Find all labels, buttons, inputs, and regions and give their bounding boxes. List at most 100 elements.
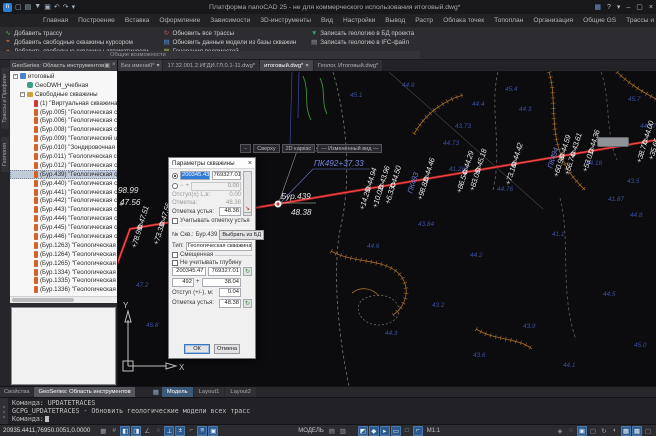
tree-item[interactable]: (Бур.006) "Геологическая скважина" [10,116,117,125]
status-toggle-icon[interactable]: ± [175,426,185,436]
status-toggle-icon[interactable]: ◧ [120,426,130,436]
dialog-close-icon[interactable]: × [248,160,252,167]
x2-coordinate-field[interactable]: 200345.47 [172,267,206,276]
status-toggle-icon[interactable]: ▦ [621,426,631,436]
viewport-control[interactable]: − [240,144,251,153]
qat-icon[interactable]: ↷ [63,3,69,11]
status-toggle-icon[interactable]: ▦ [98,426,108,436]
status-toggle-icon[interactable]: ○ [566,426,576,436]
qat-icon[interactable]: ▤ [25,3,32,11]
tree-item[interactable]: (1) "Виртуальная скважина" (И-48 [10,99,117,108]
tree-item[interactable]: (Бур.005) "Геологическая скважина" [10,108,117,117]
ribbon-tab[interactable]: Организация [528,14,578,27]
vertical-panel-tab[interactable]: Трассы и Профили [1,68,9,129]
tree-item[interactable]: (Бур.1264) "Геологическая скважина" [10,250,117,259]
ribbon-tab[interactable]: Трассы и Профили [621,14,656,27]
y-coordinate-field[interactable]: 769327.01 [212,171,242,180]
qat-icon[interactable]: ▢ [15,3,22,11]
well-type-select[interactable]: Геологическая скважина ▾ [186,242,252,251]
status-toggle-icon[interactable]: ▣ [577,426,587,436]
status-toggle-icon[interactable]: ⌐ [413,426,423,436]
ribbon-tab[interactable]: Растр [410,14,438,27]
shifted-checkbox[interactable] [172,252,178,258]
select-from-db-button[interactable]: Выбрать из БД [219,230,264,240]
document-tab[interactable]: 17.32.001.2.ИГДИ.ГЛ.0.1-11.dwg* [163,60,259,71]
ribbon-tab[interactable]: Облака точек [438,14,489,27]
workspace-icon[interactable]: ▦ [594,3,601,11]
status-toggle-icon[interactable]: ◐ [610,426,620,436]
status-toggle-icon[interactable]: ▸ [380,426,390,436]
status-toggle-icon[interactable]: ⌐ [186,426,196,436]
tree-item[interactable]: (Бур.011) "Геологическая скважина" [10,152,117,161]
command-line-panel[interactable]: Команда: UPDATETRACES GCPG_UPDATETRACES … [0,397,656,424]
tree-item[interactable]: (Бур.444) "Геологическая скважина" [10,214,117,223]
help-chevron-icon[interactable]: ▾ [617,3,621,11]
dialog-title-bar[interactable]: Параметры скважины × [169,158,255,169]
command-prompt[interactable]: Команда: [12,415,656,423]
status-toggle-icon[interactable]: ▥ [338,426,348,436]
qat-icon[interactable]: ↶ [54,3,60,11]
pk2-offset-field[interactable]: 38.04 [202,278,241,287]
tree-expander[interactable]: - [13,74,18,79]
y2-coordinate-field[interactable]: 769327.01 [208,267,242,276]
tree-expander[interactable]: - [20,92,25,97]
ignore-depth-checkbox[interactable] [172,260,178,266]
ribbon-command[interactable]: ▤Записать геологию в IFC-файл [310,38,414,46]
tree-item[interactable]: (Бур.446) "Геологическая скважина" [10,232,117,241]
tree-item[interactable]: (Бур.443) "Геологическая скважина" [10,205,117,214]
tree-item[interactable]: (Бур.441) "Геологическая скважина" [10,188,117,197]
close-button[interactable]: × [649,4,653,11]
status-toggle-icon[interactable]: ∠ [142,426,152,436]
ribbon-tab[interactable]: Топоплан [489,14,528,27]
x-coordinate-field[interactable]: 200345.43 [180,171,210,180]
tree-item[interactable]: (Бур.445) "Геологическая скважина" [10,223,117,232]
pick-point-button[interactable]: ↘ [243,171,252,213]
well-point-marker[interactable] [275,201,282,208]
xy-radio[interactable] [172,173,178,179]
tree-item[interactable]: (Бур.1336) "Геологическая скважина" [10,285,117,294]
tree-item[interactable]: (Бур.009) "Геологический шурф" (И [10,134,117,143]
maximize-button[interactable]: ▢ [636,3,643,11]
viewport-control[interactable]: — Изменённый вид — [317,144,382,153]
tree-item[interactable]: (Бур.1335) "Геологическая скважина" [10,276,117,285]
status-toggle-icon[interactable]: ▭ [391,426,401,436]
tree-item[interactable]: (Бур.010) "Зондировочная скважина" [10,143,117,152]
pk2-field[interactable]: 492 [172,278,194,287]
ribbon-tab[interactable]: 3D-инструменты [255,14,316,27]
ribbon-tab[interactable]: Вставка [120,14,155,27]
status-toggle-icon[interactable]: ▢ [588,426,598,436]
command-panel-grip[interactable] [0,398,8,424]
viewport-control[interactable]: 2D каркас [282,144,316,153]
refresh-elevation-button[interactable]: ↻ [243,299,252,308]
document-tab[interactable]: Геолог. Итоговый.dwg* [314,60,383,71]
status-toggle-icon[interactable]: ◩ [358,426,368,436]
panel-tab[interactable]: GeoSeries: Область инструментов [34,387,134,397]
mouth-elevation-field[interactable]: 48.38 [219,207,241,216]
refresh-coordinates-button[interactable]: ↻ [243,267,252,276]
vertical-panel-tab[interactable]: Геология [1,137,9,172]
layout-tab[interactable]: Layout2 [225,387,256,397]
ribbon-tab[interactable]: Главная [38,14,73,27]
status-toggle-icon[interactable]: ◨ [131,426,141,436]
tree-item[interactable]: (Бур.1334) "Геологическая скважина" [10,268,117,277]
qat-icon[interactable]: ▣ [44,3,51,11]
status-toggle-icon[interactable]: ▣ [208,426,218,436]
tree-item[interactable]: - Свободные скважины [10,90,117,99]
tree-item[interactable]: (Бур.439) "Геологическая скважина" [10,170,117,179]
document-tab[interactable]: итоговый.dwg* × [260,60,313,71]
panel-close-icon[interactable]: × [112,62,116,69]
pk-radio[interactable] [172,183,178,189]
status-toggle-icon[interactable]: ○ [153,426,163,436]
ribbon-tab[interactable]: Оформление [154,14,205,27]
ok-button[interactable]: ОК [184,344,210,354]
ribbon-tab[interactable]: Построение [73,14,120,27]
pin-icon[interactable]: ▣ [104,62,110,69]
use-mouth-elevation-checkbox[interactable] [172,218,178,224]
app-logo-icon[interactable]: n [3,3,12,12]
status-toggle-icon[interactable]: # [109,426,119,436]
tree-hscrollbar[interactable] [10,296,117,303]
status-toggle-icon[interactable]: ▤ [327,426,337,436]
ribbon-tab[interactable]: Настройки [338,14,380,27]
tree-item[interactable]: (Бур.1265) "Геологическая скважина" [10,259,117,268]
status-toggle-icon[interactable]: ◈ [555,426,565,436]
